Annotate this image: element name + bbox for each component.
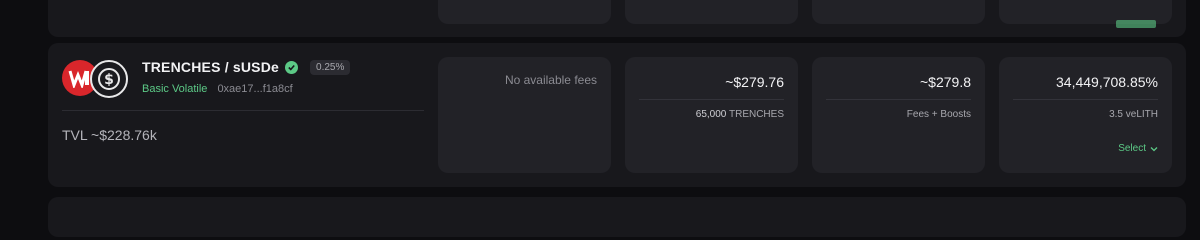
divider [826,99,971,100]
volume-amount-number: 65,000 [695,109,727,120]
fee-badge: 0.25% [310,59,351,75]
votes-value: 3.5 veLITH [1109,109,1158,120]
tile [999,0,1172,28]
fees-tile: No available fees [438,57,611,173]
rewards-tile: ~$279.8 Fees + Boosts [812,57,985,173]
no-fees-text: No available fees [504,73,597,87]
pool-card-previous [48,0,1186,37]
tile [438,0,611,24]
verified-icon [285,60,299,74]
pool-card-next [48,197,1186,237]
pool-type: Basic Volatile [142,83,208,95]
volume-token: TRENCHES [728,109,784,120]
divider [639,99,784,100]
select-button[interactable]: Select [1118,143,1158,154]
tile [812,0,985,24]
pool-meta: Basic Volatile 0xae17...f1a8cf [142,83,293,95]
tile [625,0,798,24]
token-logos: $ [62,60,132,98]
volume-value: ~$279.76 [725,74,784,90]
volume-tile: ~$279.76 65,000 TRENCHES [625,57,798,173]
svg-text:$: $ [104,72,114,88]
apr-tile: 34,449,708.85% 3.5 veLITH Select [999,57,1172,173]
rewards-value: ~$279.8 [920,74,971,90]
pool-address[interactable]: 0xae17...f1a8cf [217,83,292,95]
pair-name[interactable]: TRENCHES / sUSDe [142,59,279,75]
divider [62,110,424,111]
rewards-label: Fees + Boosts [906,109,971,120]
apr-value: 34,449,708.85% [1056,74,1158,90]
susde-logo-icon: $ [90,60,128,98]
divider [1013,99,1158,100]
chevron-down-icon [1150,146,1158,151]
pool-card: $ TRENCHES / sUSDe 0.25% Basic Volatile … [48,43,1186,187]
select-label: Select [1118,143,1146,154]
select-link-partial[interactable] [1116,20,1156,28]
tvl-value: TVL ~$228.76k [62,127,157,143]
pool-pair[interactable]: TRENCHES / sUSDe 0.25% [142,59,351,75]
volume-amount: 65,000 TRENCHES [696,109,784,120]
